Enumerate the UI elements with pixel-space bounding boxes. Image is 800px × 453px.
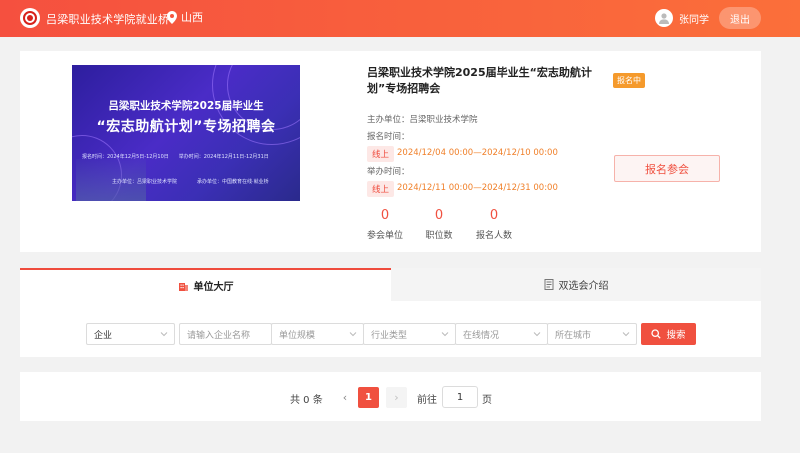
chevron-down-icon: [349, 332, 357, 337]
hold-time-label: 举办时间：: [367, 167, 410, 177]
unit-type-select[interactable]: 企业: [86, 323, 175, 345]
unit-type-value: 企业: [94, 330, 113, 341]
next-page-button[interactable]: ›: [386, 387, 407, 408]
city-placeholder: 所在城市: [555, 330, 592, 341]
city-select[interactable]: 所在城市: [547, 323, 637, 345]
chevron-down-icon: [533, 332, 541, 337]
logout-button[interactable]: 退出: [719, 7, 761, 29]
stat-companies-label: 参会单位: [366, 231, 403, 241]
username: 张同学: [679, 14, 709, 26]
site-title[interactable]: 吕梁职业技术学院就业桥: [46, 11, 169, 27]
chevron-down-icon: [622, 332, 630, 337]
fair-banner-image: 吕梁职业技术学院2025届毕业生 “宏志助航计划”专场招聘会 报名时间：2024…: [72, 65, 300, 201]
company-name-placeholder: 请输入企业名称: [187, 330, 251, 341]
tab-company-hall[interactable]: 单位大厅: [20, 268, 391, 301]
company-scale-placeholder: 单位规模: [279, 330, 316, 341]
filter-bar: 企业 请输入企业名称 单位规模 行业类型 在线情况 所在城市 搜索: [20, 301, 761, 357]
tab-fair-intro[interactable]: 双选会介绍: [391, 268, 761, 301]
hold-mode-badge: 线上: [367, 181, 395, 197]
avatar: [655, 9, 673, 27]
page-unit-label: 页: [482, 395, 492, 406]
signup-mode-badge: 线上: [367, 146, 395, 162]
chevron-down-icon: [160, 332, 168, 337]
fair-info-card: 吕梁职业技术学院2025届毕业生 “宏志助航计划”专场招聘会 报名时间：2024…: [20, 51, 761, 252]
company-name-input[interactable]: 请输入企业名称: [179, 323, 272, 345]
tab-label: 双选会介绍: [558, 281, 609, 292]
page-number-current[interactable]: 1: [358, 387, 379, 408]
organizer-value: 吕梁职业技术学院: [409, 115, 478, 125]
industry-type-select[interactable]: 行业类型: [363, 323, 456, 345]
signup-time-value: 2024/12/04 00:00—2024/12/10 00:00: [397, 148, 558, 158]
search-label: 搜索: [666, 330, 686, 341]
site-logo[interactable]: [20, 8, 40, 28]
stat-companies-value: 0: [380, 208, 390, 223]
organizer-label: 主办单位：: [367, 115, 410, 125]
document-icon: [544, 279, 553, 290]
top-header: 吕梁职业技术学院就业桥 山西 张同学 退出: [0, 0, 800, 37]
banner-dates: 报名时间：2024年12月5日-12月10日 举办时间：2024年12月11日-…: [82, 154, 269, 160]
location-pin-icon: [167, 10, 177, 24]
chevron-down-icon: [441, 332, 449, 337]
section-tabs: 单位大厅 双选会介绍: [20, 268, 761, 301]
organizer-row: 主办单位：吕梁职业技术学院: [367, 113, 478, 125]
hold-time-value: 2024/12/11 00:00—2024/12/31 00:00: [397, 183, 558, 193]
stat-positions-value: 0: [434, 208, 444, 223]
industry-type-placeholder: 行业类型: [371, 330, 408, 341]
stat-signups-label: 报名人数: [475, 231, 512, 241]
user-icon: [659, 13, 669, 24]
company-scale-select[interactable]: 单位规模: [271, 323, 364, 345]
status-badge: 报名中: [613, 73, 645, 88]
search-icon: [651, 329, 662, 339]
fair-title: 吕梁职业技术学院2025届毕业生“宏志助航计划”专场招聘会: [367, 66, 592, 95]
goto-label: 前往: [417, 395, 437, 406]
signup-time-label: 报名时间：: [367, 132, 410, 142]
location-selector[interactable]: 山西: [167, 9, 203, 25]
online-status-select[interactable]: 在线情况: [455, 323, 548, 345]
goto-page-input[interactable]: [442, 386, 478, 408]
pagination: 共 0 条 ‹ 1 › 前往 页: [20, 372, 761, 421]
online-status-placeholder: 在线情况: [463, 330, 500, 341]
search-button[interactable]: 搜索: [641, 323, 696, 345]
banner-line1: 吕梁职业技术学院2025届毕业生: [108, 100, 264, 112]
banner-line2: “宏志助航计划”专场招聘会: [96, 119, 276, 135]
stat-positions-label: 职位数: [425, 231, 453, 241]
signup-button[interactable]: 报名参会: [614, 155, 720, 182]
tab-label: 单位大厅: [193, 282, 234, 293]
user-menu[interactable]: 张同学: [655, 9, 709, 27]
stat-signups-value: 0: [489, 208, 499, 223]
location-label: 山西: [181, 11, 203, 24]
banner-organizer: 主办单位：吕梁职业技术学院 承办单位：中国教育在线·就业桥: [112, 179, 269, 185]
total-count: 共 0 条: [290, 395, 323, 406]
prev-page-button[interactable]: ‹: [336, 388, 354, 406]
building-icon: [178, 283, 188, 291]
